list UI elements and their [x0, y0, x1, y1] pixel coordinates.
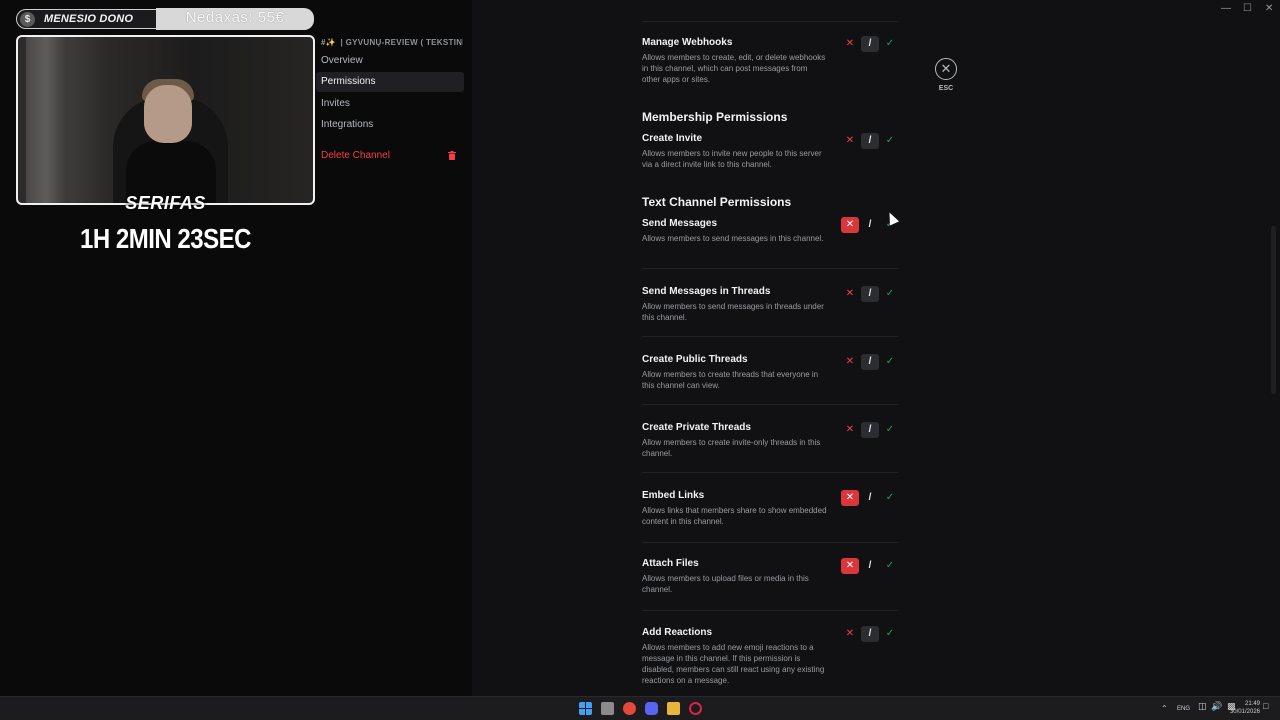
opera-gx-icon[interactable]: [689, 702, 702, 715]
nav-item-overview[interactable]: Overview: [316, 51, 464, 71]
permission-description: Allows members to create, edit, or delet…: [642, 53, 826, 84]
nav-item-label: Integrations: [321, 119, 374, 130]
neutral-button[interactable]: /: [861, 422, 879, 438]
permission-description: Allows members to add new emoji reaction…: [642, 643, 825, 685]
deny-button[interactable]: ✕: [841, 354, 859, 370]
notification-icon[interactable]: □: [1263, 702, 1268, 711]
clock-time[interactable]: 21:49: [1240, 701, 1260, 708]
discord-icon[interactable]: [645, 702, 658, 715]
permission-toggle: ✕ / ✓: [841, 133, 899, 149]
webcam-feed: [16, 35, 315, 205]
allow-button[interactable]: ✓: [881, 626, 899, 642]
trash-icon: [448, 151, 456, 160]
permission-toggle: ✕ / ✓: [841, 354, 899, 370]
nav-item-label: Invites: [321, 98, 350, 109]
deny-button[interactable]: ✕: [841, 558, 859, 574]
divider: [642, 610, 898, 611]
delete-channel-button[interactable]: Delete Channel: [316, 146, 464, 166]
window-close-icon[interactable]: ✕: [1265, 3, 1273, 14]
clock-date[interactable]: 30/01/2026: [1228, 709, 1260, 716]
scrollbar-thumb[interactable]: [1271, 226, 1276, 394]
allow-button[interactable]: ✓: [881, 133, 899, 149]
allow-button[interactable]: ✓: [881, 558, 899, 574]
coin-icon: $: [20, 12, 35, 27]
permission-toggle: ✕ / ✓: [841, 286, 899, 302]
divider: [642, 336, 898, 337]
permission-toggle: ✕ / ✓: [841, 558, 899, 574]
task-view-icon[interactable]: [601, 702, 614, 715]
streamer-name: SERIFAS: [125, 193, 206, 213]
deny-button[interactable]: ✕: [841, 217, 859, 233]
nav-item-label: Permissions: [321, 76, 376, 87]
webcam-background-door: [26, 37, 66, 203]
divider: [642, 542, 898, 543]
close-icon: ✕: [940, 61, 952, 76]
section-title-membership: Membership Permissions: [642, 110, 788, 124]
stream-timer: 1H 2MIN 23SEC: [80, 223, 251, 255]
permission-description: Allows members to upload files or media …: [642, 574, 809, 594]
neutral-button[interactable]: /: [861, 133, 879, 149]
donation-amount: Nedaxas: 55€: [185, 9, 285, 26]
allow-button[interactable]: ✓: [881, 422, 899, 438]
deny-button[interactable]: ✕: [841, 626, 859, 642]
permission-toggle: ✕ / ✓: [841, 626, 899, 642]
channel-name: | gyvunų-review ( tekstini...: [340, 38, 463, 47]
network-icon[interactable]: ◫: [1198, 702, 1207, 711]
language-indicator[interactable]: ENG: [1177, 706, 1190, 713]
allow-button[interactable]: ✓: [881, 36, 899, 52]
nav-item-permissions[interactable]: Permissions: [316, 72, 464, 92]
deny-button[interactable]: ✕: [841, 133, 859, 149]
permission-toggle: ✕ / ✓: [841, 422, 899, 438]
allow-button[interactable]: ✓: [881, 286, 899, 302]
neutral-button[interactable]: /: [861, 490, 879, 506]
permission-toggle: ✕ / ✓: [841, 36, 899, 52]
donation-label-box: $ MENESIO DONO: [16, 9, 166, 29]
divider: [642, 268, 898, 269]
close-settings-button[interactable]: ✕: [935, 58, 957, 80]
taskbar: ⌃ ENG ◫ 🔊 ▩ 21:49 30/01/2026 □: [0, 696, 1280, 720]
permission-description: Allows links that members share to show …: [642, 506, 827, 526]
deny-button[interactable]: ✕: [841, 286, 859, 302]
tray-chevron-icon[interactable]: ⌃: [1161, 705, 1168, 713]
neutral-button[interactable]: /: [861, 286, 879, 302]
donation-amount-box: Nedaxas: 55€: [156, 8, 314, 30]
allow-button[interactable]: ✓: [881, 354, 899, 370]
section-title-text-channel: Text Channel Permissions: [642, 195, 792, 209]
channel-hash-icon: #✨: [321, 38, 337, 47]
donation-bar: $ MENESIO DONO Nedaxas: 55€: [16, 8, 314, 30]
permission-toggle: ✕ / ✓: [841, 490, 899, 506]
permission-description: Allow members to create invite-only thre…: [642, 438, 821, 458]
delete-channel-label: Delete Channel: [321, 150, 390, 161]
maximize-icon[interactable]: ☐: [1243, 3, 1252, 14]
divider: [642, 404, 898, 405]
channel-name-header: #✨ | gyvunų-review ( tekstini...: [321, 38, 463, 47]
windows-start-icon[interactable]: [579, 702, 592, 715]
nav-item-label: Overview: [321, 55, 363, 66]
allow-button[interactable]: ✓: [881, 490, 899, 506]
permission-description: Allow members to create threads that eve…: [642, 370, 819, 390]
deny-button[interactable]: ✕: [841, 422, 859, 438]
permission-description: Allow members to send messages in thread…: [642, 302, 824, 322]
esc-label: ESC: [938, 85, 954, 92]
neutral-button[interactable]: /: [861, 354, 879, 370]
permission-description: Allows members to invite new people to t…: [642, 149, 822, 169]
nav-item-integrations[interactable]: Integrations: [316, 115, 464, 135]
divider: [642, 21, 898, 22]
file-explorer-icon[interactable]: [667, 702, 680, 715]
volume-icon[interactable]: 🔊: [1211, 702, 1222, 711]
neutral-button[interactable]: /: [861, 626, 879, 642]
deny-button[interactable]: ✕: [841, 36, 859, 52]
chrome-icon[interactable]: [623, 702, 636, 715]
neutral-button[interactable]: /: [861, 558, 879, 574]
webcam-person-head: [144, 85, 192, 143]
minimize-icon[interactable]: —: [1221, 3, 1231, 14]
divider: [642, 472, 898, 473]
permission-description: Allows members to send messages in this …: [642, 234, 824, 243]
neutral-button[interactable]: /: [861, 217, 879, 233]
nav-item-invites[interactable]: Invites: [316, 94, 464, 114]
deny-button[interactable]: ✕: [841, 490, 859, 506]
donation-label: MENESIO DONO: [44, 13, 134, 25]
neutral-button[interactable]: /: [861, 36, 879, 52]
